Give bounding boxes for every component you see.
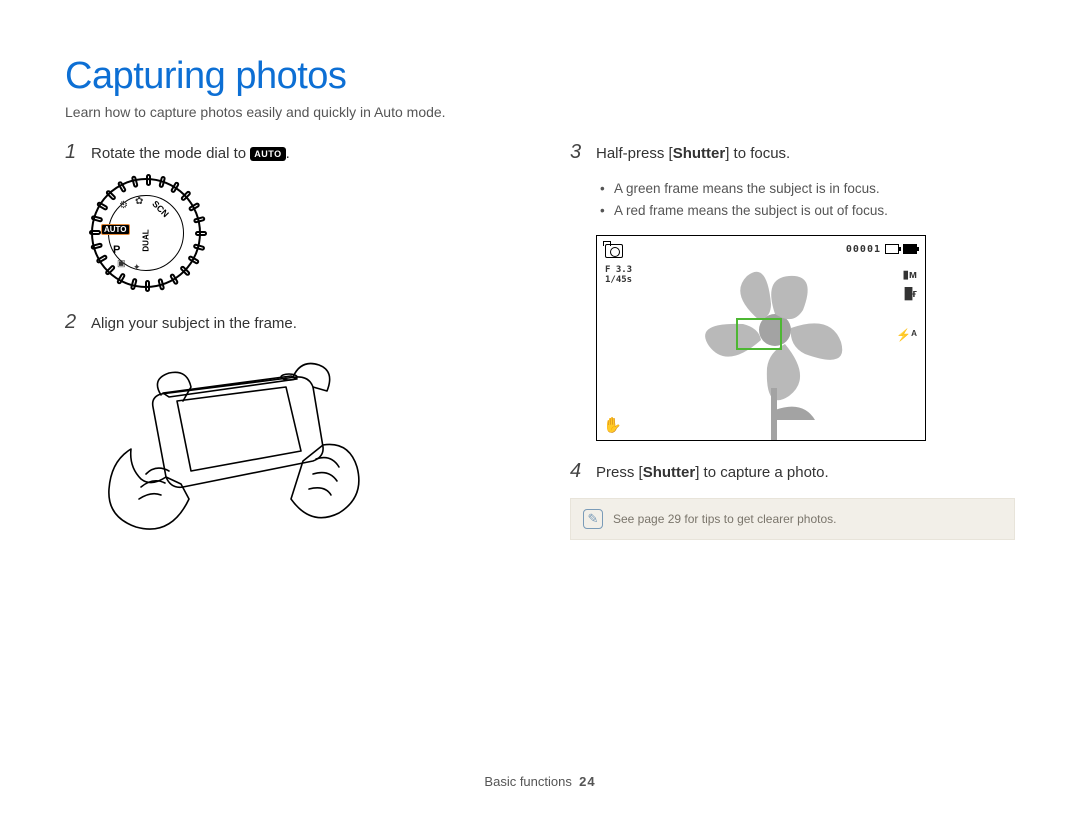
auto-mode-badge: AUTO — [250, 147, 285, 161]
tip-callout: ✎ See page 29 for tips to get clearer ph… — [570, 498, 1015, 540]
footer-section: Basic functions — [484, 774, 571, 789]
camera-mode-icon — [605, 244, 623, 258]
dial-mode-icon: ▣ — [117, 258, 126, 269]
step-3: 3 Half-press [Shutter] to focus. — [570, 142, 1015, 164]
step-number: 1 — [65, 142, 79, 162]
step-number: 4 — [570, 461, 584, 481]
step-1: 1 Rotate the mode dial to AUTO. — [65, 142, 510, 164]
step-4-post: ] to capture a photo. — [695, 464, 828, 481]
step-1-post: . — [286, 145, 290, 162]
battery-icon — [903, 244, 917, 254]
bullet-green-frame: A green frame means the subject is in fo… — [600, 178, 1015, 200]
dial-mode-icon: ✿ — [135, 196, 143, 207]
step-3-pre: Half-press [ — [596, 145, 673, 162]
step-text: Rotate the mode dial to AUTO. — [91, 142, 290, 164]
flash-auto-icon: ⚡ᴬ — [896, 328, 917, 342]
hands-camera-illustration — [91, 349, 371, 534]
note-icon: ✎ — [583, 509, 603, 529]
dial-mode-icon: ⚙ — [119, 200, 128, 211]
right-column: 3 Half-press [Shutter] to focus. A green… — [570, 142, 1015, 554]
dial-mode-icon: ✦ — [133, 262, 141, 273]
bullet-red-frame: A red frame means the subject is out of … — [600, 200, 1015, 222]
page-title: Capturing photos — [65, 55, 1015, 98]
step-1-pre: Rotate the mode dial to — [91, 145, 250, 162]
step-number: 3 — [570, 142, 584, 162]
green-focus-frame — [736, 318, 782, 350]
resolution-icon: ▮ᴍ — [903, 268, 917, 281]
page-footer: Basic functions 24 — [0, 774, 1080, 789]
step-2: 2 Align your subject in the frame. — [65, 312, 510, 334]
step-3-bullets: A green frame means the subject is in fo… — [600, 178, 1015, 221]
dial-auto-label: AUTO — [101, 224, 130, 235]
image-stabilization-icon: ✋ — [603, 416, 622, 434]
page-number: 24 — [579, 774, 595, 789]
step-3-post: ] to focus. — [725, 145, 790, 162]
step-text: Align your subject in the frame. — [91, 312, 297, 334]
photo-counter: 00001 — [846, 244, 881, 255]
step-text: Press [Shutter] to capture a photo. — [596, 461, 829, 483]
shutter-speed-value: 1/45s — [605, 276, 632, 286]
quality-icon: █ғ — [905, 288, 917, 300]
left-column: 1 Rotate the mode dial to AUTO. AUTO DUA… — [65, 142, 510, 554]
exposure-readout: F 3.3 1/45s — [605, 266, 632, 286]
step-text: Half-press [Shutter] to focus. — [596, 142, 790, 164]
dial-p-label: P — [113, 244, 120, 256]
step-4: 4 Press [Shutter] to capture a photo. — [570, 461, 1015, 483]
mode-dial-illustration: AUTO DUAL P SCN ⚙ ✿ ▣ ✦ — [91, 178, 201, 288]
flower-subject-icon — [693, 270, 858, 440]
step-4-pre: Press [ — [596, 464, 643, 481]
tip-text: See page 29 for tips to get clearer phot… — [613, 512, 836, 526]
shutter-label: Shutter — [643, 464, 696, 481]
step-number: 2 — [65, 312, 79, 332]
page-subtitle: Learn how to capture photos easily and q… — [65, 104, 1015, 120]
camera-screen-illustration: 00001 F 3.3 1/45s ▮ᴍ █ғ ⚡ᴬ ✋ — [596, 235, 926, 441]
dial-dual-label: DUAL — [142, 230, 151, 252]
memory-icon — [885, 244, 899, 254]
shutter-label: Shutter — [673, 145, 726, 162]
